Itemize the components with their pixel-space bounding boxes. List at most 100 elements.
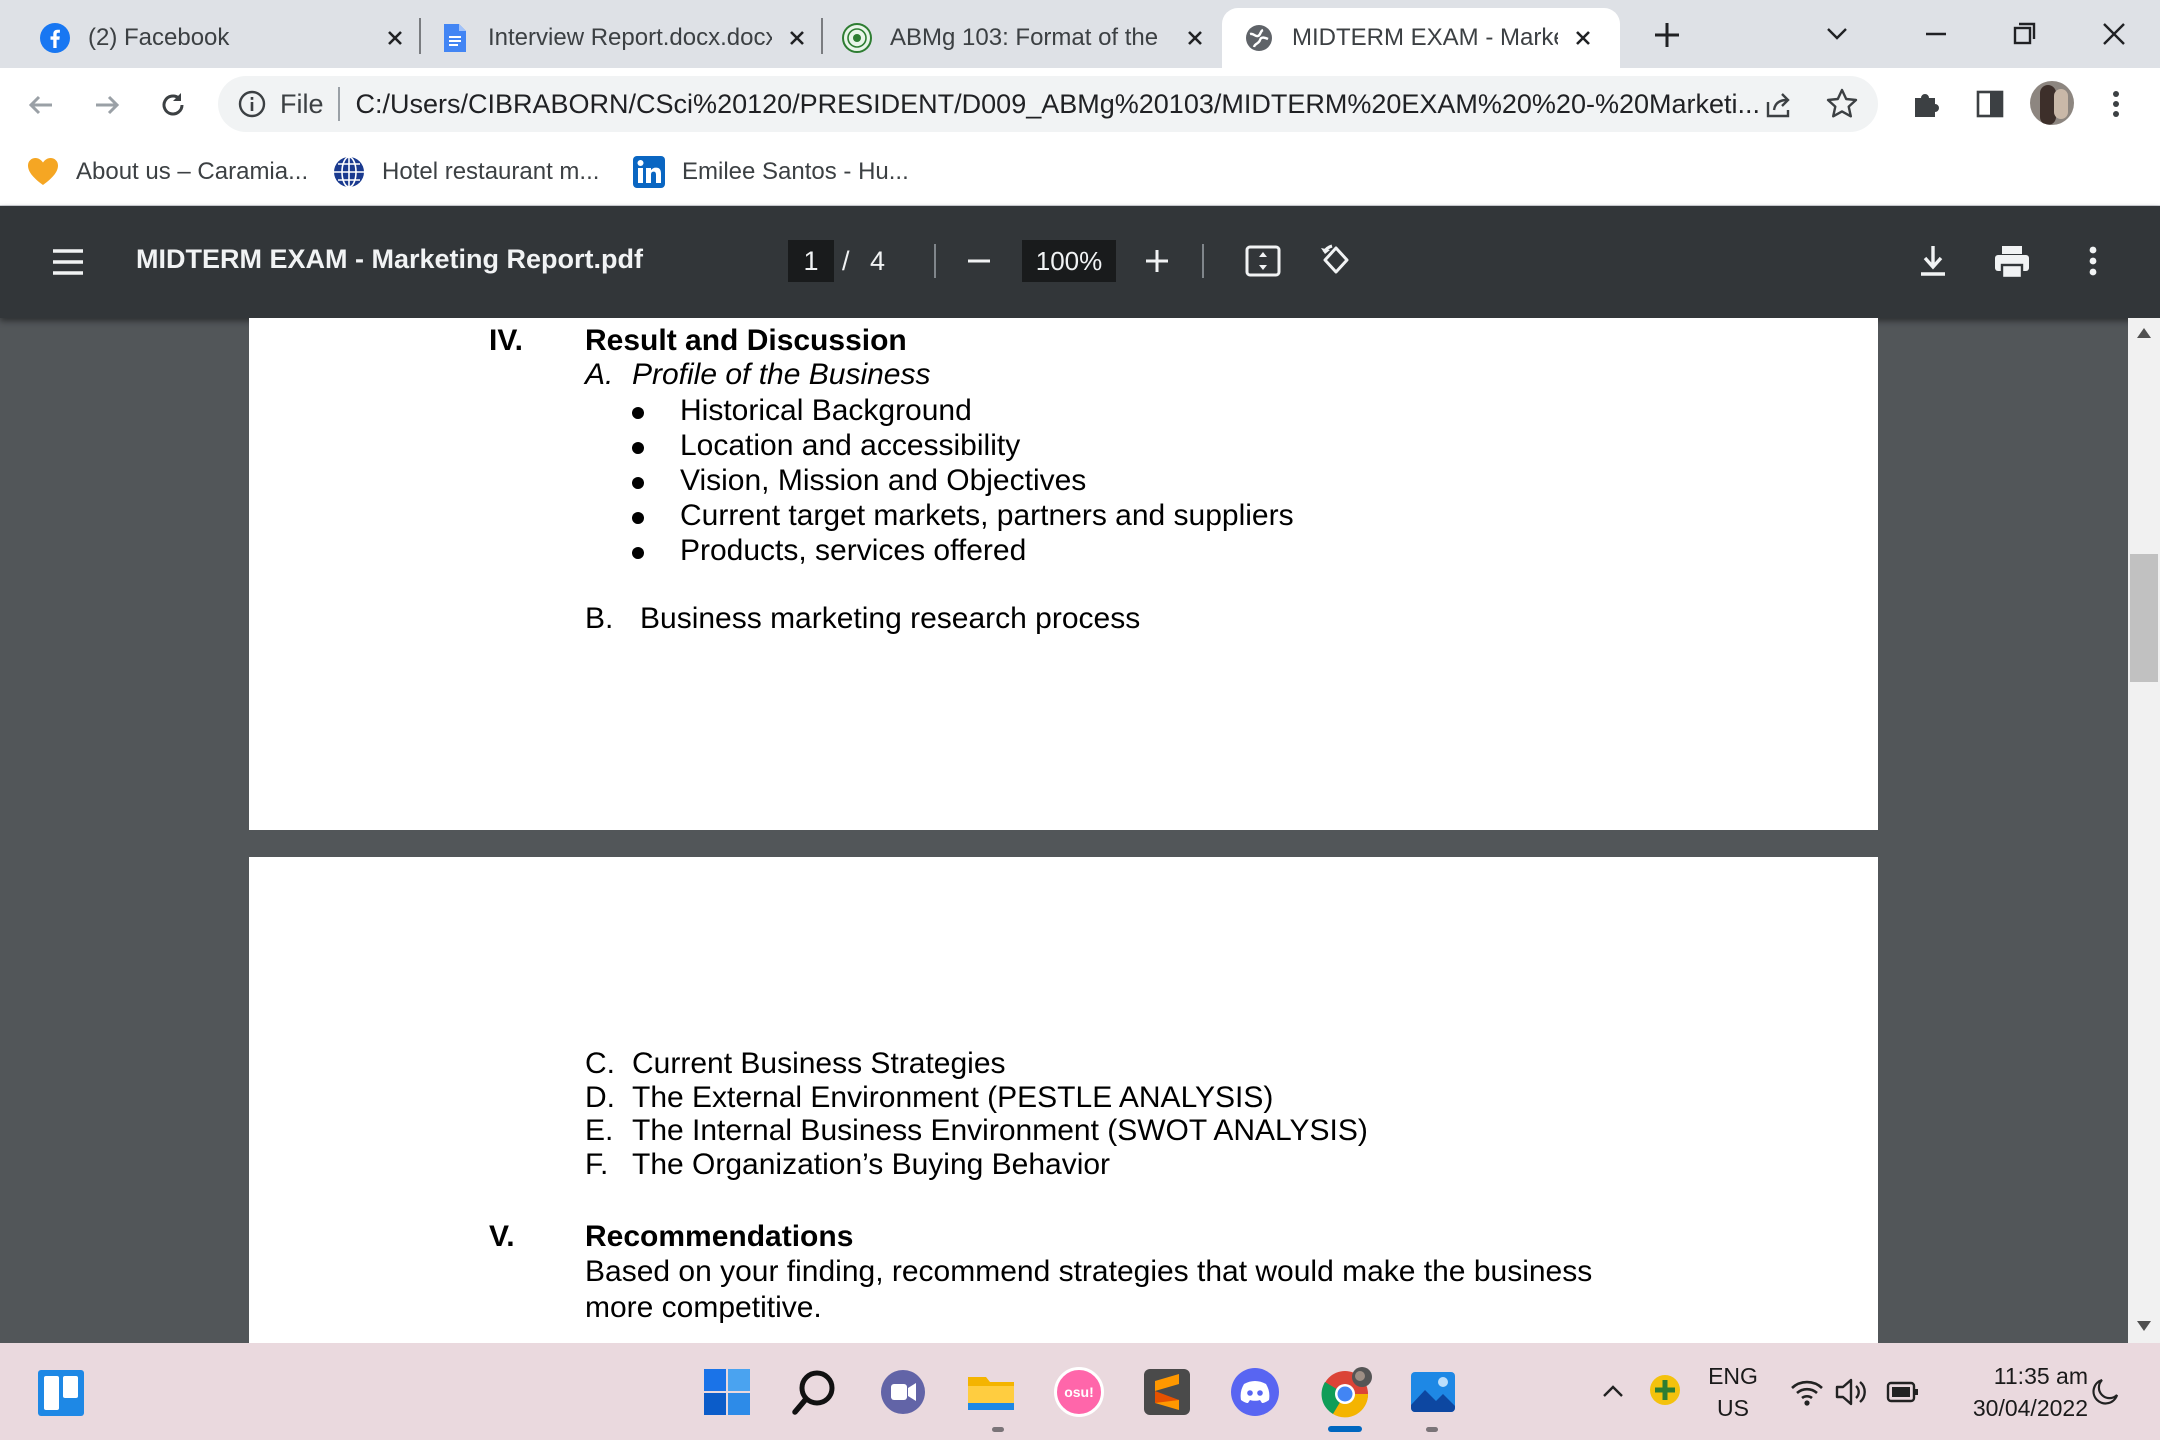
- close-window-icon[interactable]: [2094, 14, 2134, 54]
- pdf-page-2: C. Current Business Strategies D. The Ex…: [249, 857, 1878, 1343]
- rotate-icon[interactable]: [1316, 240, 1356, 280]
- zoom-level-input[interactable]: 100%: [1022, 240, 1116, 282]
- photos-icon[interactable]: [1408, 1367, 1458, 1417]
- osu-icon[interactable]: osu!: [1054, 1367, 1104, 1417]
- tab-interview-report[interactable]: Interview Report.docx.docx: [440, 8, 812, 68]
- globe-grid-icon: [334, 156, 364, 188]
- share-icon[interactable]: [1762, 88, 1796, 122]
- bullet-item: Historical Background: [680, 394, 972, 427]
- show-hidden-icons-chevron-icon[interactable]: [1600, 1379, 1626, 1405]
- sub-a-letter: A.: [585, 358, 614, 391]
- bullet-item: Current target markets, partners and sup…: [680, 499, 1294, 532]
- browser-menu-icon[interactable]: [2098, 86, 2134, 122]
- page-number-input[interactable]: 1: [788, 240, 834, 282]
- close-tab-icon[interactable]: [782, 23, 812, 53]
- scroll-up-arrow-icon[interactable]: [2136, 326, 2152, 340]
- tab-strip: (2) Facebook Interview Report.docx.docx …: [0, 0, 2160, 68]
- bookmark-linkedin[interactable]: Emilee Santos - Hu...: [632, 154, 909, 190]
- extensions-puzzle-icon[interactable]: [1908, 86, 1944, 122]
- clock-date[interactable]: 30/04/2022: [1938, 1395, 2088, 1422]
- bookmark-label: Emilee Santos - Hu...: [682, 158, 909, 185]
- reload-icon[interactable]: [156, 88, 190, 122]
- running-indicator: [992, 1427, 1004, 1432]
- list-item-letter: E.: [585, 1114, 614, 1147]
- side-panel-icon[interactable]: [1972, 86, 2008, 122]
- google-docs-icon: [444, 24, 466, 52]
- toolbar-divider: [1202, 244, 1204, 278]
- do-not-disturb-moon-icon[interactable]: [2090, 1377, 2120, 1407]
- scroll-down-arrow-icon[interactable]: [2136, 1319, 2152, 1333]
- teams-chat-icon[interactable]: [878, 1367, 928, 1417]
- windows-taskbar: osu! ENG US 11:35 am 30/04/2022: [0, 1343, 2160, 1440]
- windows-start-icon[interactable]: [702, 1367, 752, 1417]
- tab-search-chevron-icon[interactable]: [1822, 18, 1852, 48]
- bookmark-star-icon[interactable]: [1824, 86, 1860, 122]
- heart-icon: [28, 158, 58, 185]
- pdf-menu-icon[interactable]: [50, 244, 86, 280]
- tab-abmg103[interactable]: ABMg 103: Format of the: [842, 8, 1210, 68]
- scrollbar-thumb[interactable]: [2130, 554, 2158, 682]
- zoom-in-icon[interactable]: [1140, 244, 1174, 278]
- list-item-letter: D.: [585, 1081, 615, 1114]
- pdf-page-1: IV. Result and Discussion A. Profile of …: [249, 318, 1878, 830]
- clock-time[interactable]: 11:35 am: [1938, 1363, 2088, 1390]
- tray-app-icon[interactable]: [1648, 1373, 1682, 1407]
- battery-icon[interactable]: [1886, 1379, 1920, 1405]
- globe-icon: [1246, 25, 1272, 51]
- course-seal-icon: [842, 23, 872, 53]
- fit-to-page-icon[interactable]: [1244, 242, 1282, 280]
- forward-arrow-icon[interactable]: [90, 88, 124, 122]
- sublime-text-icon[interactable]: [1142, 1367, 1192, 1417]
- facebook-icon: [40, 23, 70, 53]
- scrollbar-track[interactable]: [2128, 318, 2160, 1343]
- chrome-icon[interactable]: [1318, 1365, 1374, 1421]
- scheme-label: File: [280, 88, 324, 119]
- more-options-icon[interactable]: [2074, 242, 2112, 280]
- tab-facebook[interactable]: (2) Facebook: [40, 8, 410, 68]
- bookmark-caramia[interactable]: About us – Caramia...: [26, 154, 308, 190]
- list-item-letter: C.: [585, 1047, 615, 1080]
- info-icon[interactable]: [236, 88, 268, 120]
- running-indicator: [1426, 1427, 1438, 1432]
- browser-toolbar: File C:/Users/CIBRABORN/CSci%20120/PRESI…: [0, 68, 2160, 140]
- linkedin-icon: [633, 156, 665, 188]
- tab-title: MIDTERM EXAM - Marketing Report.pdf: [1292, 24, 1558, 51]
- discord-icon[interactable]: [1230, 1367, 1280, 1417]
- close-tab-icon[interactable]: [380, 23, 410, 53]
- wifi-icon[interactable]: [1790, 1377, 1824, 1407]
- bookmarks-bar: About us – Caramia... Hotel restaurant m…: [0, 140, 2160, 206]
- close-tab-icon[interactable]: [1568, 23, 1598, 53]
- bookmark-hotel-restaurant[interactable]: Hotel restaurant m...: [332, 154, 599, 190]
- sub-a-title: Profile of the Business: [632, 358, 931, 391]
- zoom-out-icon[interactable]: [962, 244, 996, 278]
- bullet-dot: [632, 512, 644, 524]
- address-bar[interactable]: File C:/Users/CIBRABORN/CSci%20120/PRESI…: [218, 76, 1878, 132]
- print-icon[interactable]: [1992, 242, 2032, 282]
- section-iv-heading: Result and Discussion: [585, 324, 907, 357]
- region-indicator[interactable]: US: [1700, 1395, 1766, 1422]
- tab-separator: [419, 18, 421, 54]
- section-v-heading: Recommendations: [585, 1220, 854, 1253]
- search-icon[interactable]: [790, 1367, 840, 1417]
- new-tab-plus-icon[interactable]: [1650, 18, 1684, 52]
- page-separator: /: [842, 246, 850, 276]
- tab-title: (2) Facebook: [88, 24, 230, 51]
- tab-title: Interview Report.docx.docx: [488, 24, 772, 51]
- tab-title: ABMg 103: Format of the: [890, 24, 1159, 51]
- trello-widget-icon[interactable]: [38, 1370, 84, 1416]
- file-explorer-icon[interactable]: [966, 1367, 1016, 1417]
- language-indicator[interactable]: ENG: [1700, 1363, 1766, 1390]
- volume-icon[interactable]: [1834, 1377, 1868, 1407]
- pdf-filename: MIDTERM EXAM - Marketing Report.pdf: [136, 244, 643, 274]
- bookmark-label: Hotel restaurant m...: [382, 158, 600, 185]
- download-icon[interactable]: [1914, 242, 1952, 280]
- url-text[interactable]: C:/Users/CIBRABORN/CSci%20120/PRESIDENT/…: [356, 89, 1836, 120]
- profile-avatar[interactable]: [2030, 81, 2074, 125]
- minimize-window-icon[interactable]: [1916, 14, 1956, 54]
- tab-midterm-exam[interactable]: MIDTERM EXAM - Marketing Report.pdf: [1222, 8, 1620, 68]
- close-tab-icon[interactable]: [1180, 23, 1210, 53]
- sub-b-title: Business marketing research process: [640, 602, 1141, 635]
- restore-window-icon[interactable]: [2004, 14, 2044, 54]
- list-item-title: The Organization’s Buying Behavior: [632, 1148, 1111, 1181]
- back-arrow-icon[interactable]: [24, 88, 58, 122]
